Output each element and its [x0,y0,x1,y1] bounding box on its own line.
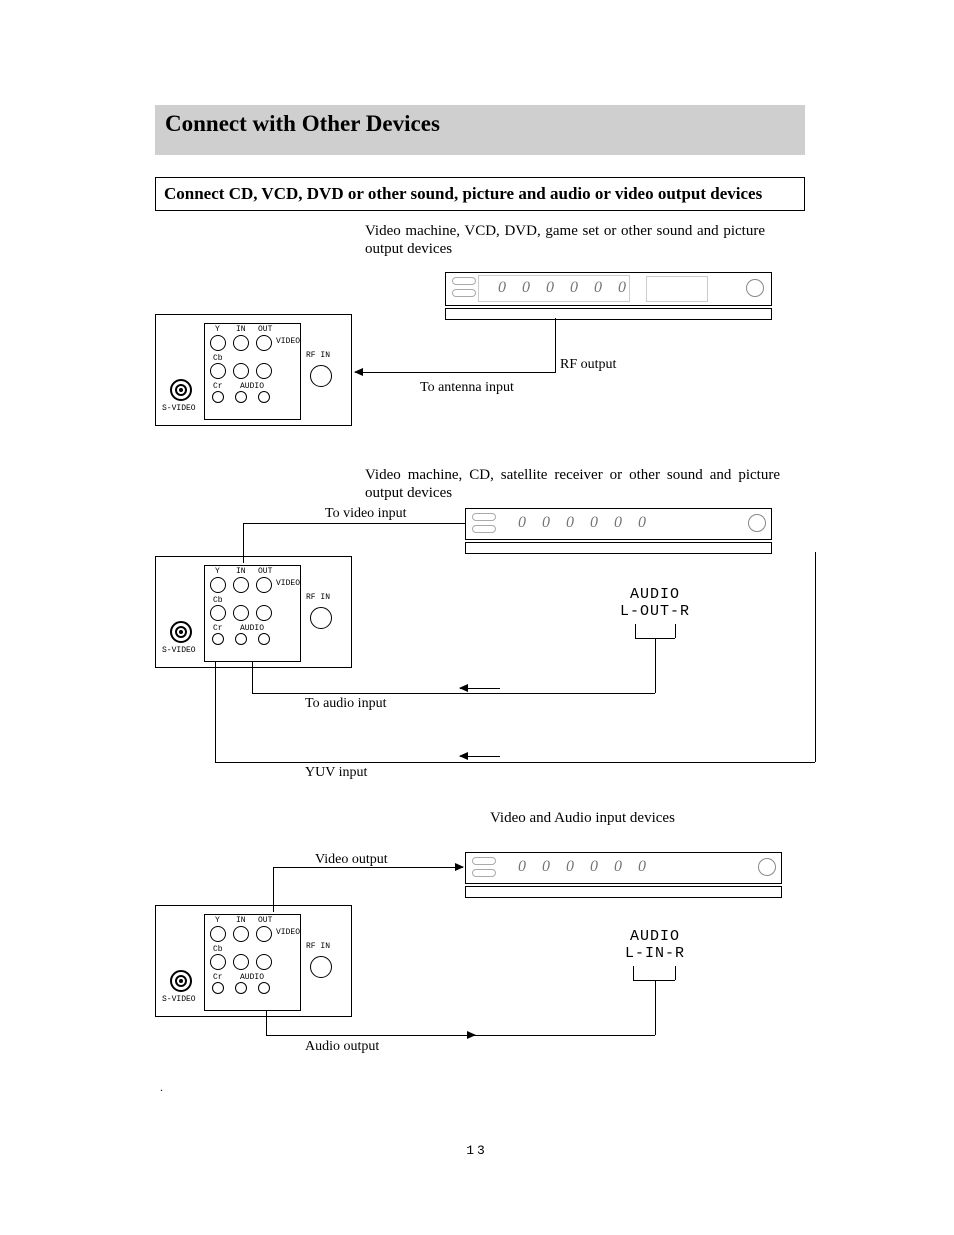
audio-output-label: Audio output [305,1039,379,1055]
oval-row-icon: 0 0 0 0 0 0 [498,279,632,297]
tv-panel-2: S-VIDEO Y IN OUT VIDEO RF IN Cb Cr AUDIO [155,556,352,668]
arrow-to-antenna [355,372,555,373]
caption-3: Video and Audio input devices [490,810,675,827]
rf-in-jack-icon [310,365,332,387]
knob-icon [746,279,764,297]
audio-out-label: AUDIOL-OUT-R [615,586,695,620]
page-title: Connect with Other Devices [165,111,440,136]
to-audio-input-label: To audio input [305,696,386,712]
caption-2: Video machine, CD, satellite receiver or… [365,466,780,502]
page-title-bar: Connect with Other Devices [155,105,805,155]
caption-1: Video machine, VCD, DVD, game set or oth… [365,222,765,258]
dot: . [160,1080,163,1095]
video-output-label: Video output [315,852,388,868]
diagram-rf: Video machine, VCD, DVD, game set or oth… [155,222,805,432]
subtitle-box: Connect CD, VCD, DVD or other sound, pic… [155,177,805,211]
page-number: 13 [0,1143,954,1158]
tv-panel-1: S-VIDEO Y IN OUT VIDEO RF IN Cb Cr AUDIO [155,314,352,426]
device-box-2: 0 0 0 0 0 0 [465,508,772,540]
svideo-jack-icon [170,379,192,401]
device-box-1: 0 0 0 0 0 0 [445,272,772,306]
tv-panel-3: S-VIDEO Y IN OUT VIDEO RF IN Cb Cr AUDIO [155,905,352,1017]
device-box-3: 0 0 0 0 0 0 [465,852,782,884]
diagram-av-out: Video machine, CD, satellite receiver or… [155,466,835,786]
svideo-label: S-VIDEO [162,404,196,413]
yuv-input-label: YUV input [305,765,367,781]
audio-in-label: AUDIOL-IN-R [615,928,695,962]
to-video-input-label: To video input [325,506,406,522]
to-antenna-label: To antenna input [420,380,514,396]
diagram-av-in: Video and Audio input devices 0 0 0 0 0 … [155,810,835,1070]
subtitle: Connect CD, VCD, DVD or other sound, pic… [164,184,762,203]
rf-output-label: RF output [560,357,616,373]
